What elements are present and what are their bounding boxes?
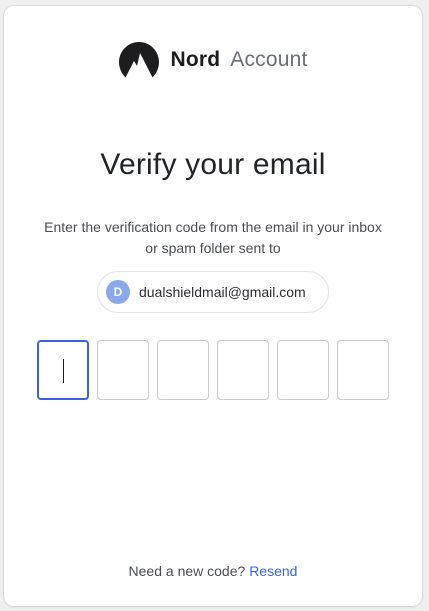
logo-brand-strong: Nord [170,48,221,71]
resend-row: Need a new code? Resend [4,563,422,579]
page-title: Verify your email [100,148,326,181]
nord-account-logo: Nord Account [4,40,422,80]
logo-brand-light: Account [230,48,308,71]
code-digit-3[interactable] [157,340,209,400]
instructions-line-1: Enter the verification code from the ema… [44,219,382,235]
instructions-text: Enter the verification code from the ema… [24,217,402,259]
code-digit-6[interactable] [337,340,389,400]
code-digit-4[interactable] [217,340,269,400]
verify-email-card: Nord Account Verify your email Enter the… [4,6,422,606]
code-digit-1[interactable] [37,340,89,400]
code-digit-2[interactable] [97,340,149,400]
text-caret [63,359,64,383]
instructions-line-2: or spam folder sent to [145,240,281,256]
verification-code-inputs [37,340,389,400]
resend-prompt: Need a new code? [128,563,246,579]
email-address: dualshieldmail@gmail.com [139,284,306,300]
nord-mountain-icon [119,42,160,78]
code-digit-5[interactable] [277,340,329,400]
resend-link[interactable]: Resend [249,563,297,579]
email-chip: D dualshieldmail@gmail.com [97,271,329,313]
avatar: D [106,280,130,304]
